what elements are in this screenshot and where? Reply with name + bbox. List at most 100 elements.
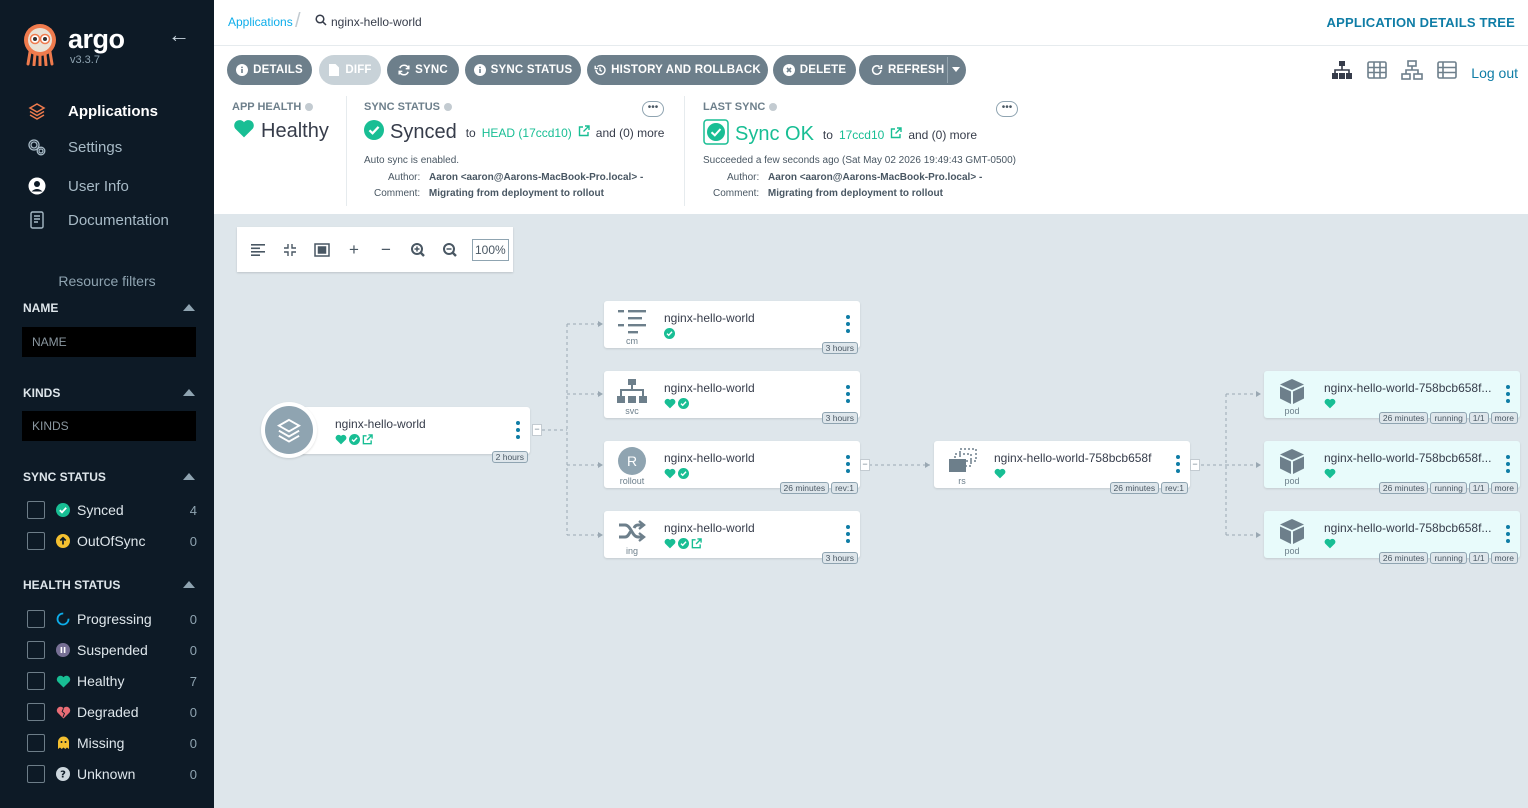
- filter-count: 0: [189, 735, 197, 751]
- button-label: REFRESH: [888, 64, 945, 76]
- name-filter-input[interactable]: [22, 327, 196, 357]
- checkbox[interactable]: [27, 672, 45, 690]
- diff-button[interactable]: DIFF: [319, 55, 381, 85]
- node-menu-icon[interactable]: [846, 455, 850, 473]
- last-sync-more-button[interactable]: •••: [996, 101, 1018, 117]
- more-tag[interactable]: more: [1490, 552, 1518, 564]
- node-menu-icon[interactable]: [1506, 385, 1510, 403]
- kinds-filter-input[interactable]: [22, 411, 196, 441]
- rollout-collapse-toggle[interactable]: −: [860, 459, 870, 471]
- pods-grid-view-icon[interactable]: [1367, 61, 1388, 84]
- check-circle-icon: [349, 432, 360, 450]
- history-rollback-button[interactable]: HISTORY AND ROLLBACK: [587, 55, 768, 85]
- age-tag: 26 minutes: [1378, 552, 1429, 564]
- rollout-icon: R: [614, 447, 650, 475]
- rs-collapse-toggle[interactable]: −: [1190, 459, 1200, 471]
- node-menu-icon[interactable]: [846, 385, 850, 403]
- pod-cube-icon: [1274, 447, 1310, 475]
- help-icon[interactable]: [444, 103, 452, 111]
- nav-applications[interactable]: Applications: [0, 96, 214, 126]
- health-status-filter-header[interactable]: HEALTH STATUS: [23, 578, 195, 592]
- checkbox[interactable]: [27, 703, 45, 721]
- more-tag[interactable]: more: [1490, 482, 1518, 494]
- split-divider: [947, 57, 948, 83]
- pod-node[interactable]: pod nginx-hello-world-758bcb658f... 26 m…: [1264, 511, 1520, 564]
- filter-label: OutOfSync: [77, 533, 146, 549]
- external-link-icon[interactable]: [578, 124, 590, 142]
- breadcrumb-app-search[interactable]: nginx-hello-world: [315, 14, 422, 29]
- ready-tag: 1/1: [1468, 412, 1489, 424]
- app-collapse-toggle[interactable]: −: [532, 424, 542, 436]
- more-tag[interactable]: more: [1490, 412, 1518, 424]
- sync-status-button[interactable]: SYNC STATUS: [465, 55, 581, 85]
- external-link-icon[interactable]: [890, 126, 903, 144]
- nav-user-info[interactable]: User Info: [0, 171, 214, 201]
- checkbox[interactable]: [27, 641, 45, 659]
- checkbox[interactable]: [27, 765, 45, 783]
- pod-node[interactable]: pod nginx-hello-world-758bcb658f... 26 m…: [1264, 371, 1520, 424]
- sync-status-filter-header[interactable]: SYNC STATUS: [23, 470, 195, 484]
- help-icon[interactable]: [769, 103, 778, 111]
- button-label: DETAILS: [253, 64, 303, 76]
- sync-button[interactable]: SYNC: [387, 55, 459, 85]
- last-sync-value[interactable]: Sync OK to 17ccd10 and (0) more: [703, 119, 977, 150]
- service-node[interactable]: svc nginx-hello-world 3 hours: [604, 371, 860, 424]
- node-kind: rs: [958, 476, 966, 486]
- argo-logo-icon[interactable]: [22, 22, 58, 68]
- delete-button[interactable]: DELETE: [773, 55, 856, 85]
- help-icon[interactable]: [305, 103, 314, 111]
- filter-synced[interactable]: Synced 4: [27, 499, 197, 521]
- last-sync-revision-link[interactable]: 17ccd10: [839, 128, 884, 142]
- node-menu-icon[interactable]: [1176, 455, 1180, 473]
- tree-view-icon[interactable]: [1331, 60, 1353, 85]
- application-icon[interactable]: [261, 402, 317, 458]
- filter-suspended[interactable]: Suspended 0: [27, 639, 197, 661]
- node-menu-icon[interactable]: [1506, 455, 1510, 473]
- filter-unknown[interactable]: ? Unknown 0: [27, 763, 197, 785]
- resource-tree-canvas[interactable]: + − 100% nginx-hello-world 2 hours − cm …: [214, 214, 1528, 808]
- checkbox[interactable]: [27, 610, 45, 628]
- replicaset-node[interactable]: rs nginx-hello-world-758bcb658f 26 minut…: [934, 441, 1190, 494]
- collapse-up-icon: [183, 473, 195, 480]
- filter-degraded[interactable]: Degraded 0: [27, 701, 197, 723]
- filter-healthy[interactable]: Healthy 7: [27, 670, 197, 692]
- network-view-icon[interactable]: [1401, 60, 1424, 85]
- filter-progressing[interactable]: Progressing 0: [27, 608, 197, 630]
- kinds-filter-header[interactable]: KINDS: [23, 386, 195, 400]
- checkbox[interactable]: [27, 501, 45, 519]
- nav-documentation[interactable]: Documentation: [0, 205, 214, 235]
- rollout-node[interactable]: R rollout nginx-hello-world 26 minutes re…: [604, 441, 860, 494]
- configmap-node[interactable]: cm nginx-hello-world 3 hours: [604, 301, 860, 354]
- list-view-icon[interactable]: [1437, 61, 1458, 84]
- node-menu-icon[interactable]: [516, 421, 520, 439]
- logout-link[interactable]: Log out: [1471, 65, 1518, 81]
- brand-name: argo: [68, 24, 125, 54]
- checkbox[interactable]: [27, 734, 45, 752]
- node-tags: 26 minutes running 1/1 more: [1378, 412, 1518, 424]
- collapse-sidebar-icon[interactable]: ←: [168, 22, 190, 48]
- pod-node[interactable]: pod nginx-hello-world-758bcb658f... 26 m…: [1264, 441, 1520, 494]
- breadcrumb-applications-link[interactable]: Applications: [228, 15, 293, 29]
- sync-status-more-button[interactable]: •••: [642, 101, 664, 117]
- brand-version: v3.3.7: [70, 54, 100, 66]
- filter-out-of-sync[interactable]: OutOfSync 0: [27, 530, 197, 552]
- app-node[interactable]: nginx-hello-world 2 hours: [290, 407, 530, 463]
- filter-missing[interactable]: Missing 0: [27, 732, 197, 754]
- sync-comment: Comment: Migrating from deployment to ro…: [374, 188, 604, 199]
- refresh-button[interactable]: REFRESH: [859, 55, 966, 85]
- name-filter-header[interactable]: NAME: [23, 301, 195, 315]
- nav-settings[interactable]: Settings: [0, 132, 214, 162]
- refresh-dropdown-caret-icon[interactable]: [952, 67, 960, 72]
- external-link-icon[interactable]: [362, 432, 373, 450]
- node-menu-icon[interactable]: [1506, 525, 1510, 543]
- details-button[interactable]: DETAILS: [227, 55, 312, 85]
- user-icon: [27, 176, 47, 196]
- sync-revision-link[interactable]: HEAD (17ccd10): [482, 126, 572, 140]
- ingress-node[interactable]: ing nginx-hello-world 3 hours: [604, 511, 860, 564]
- external-link-icon[interactable]: [691, 536, 702, 554]
- node-menu-icon[interactable]: [846, 525, 850, 543]
- app-health-value[interactable]: Healthy: [233, 119, 329, 143]
- checkbox[interactable]: [27, 532, 45, 550]
- node-menu-icon[interactable]: [846, 315, 850, 333]
- sync-status-value[interactable]: Synced to HEAD (17ccd10) and (0) more: [364, 120, 664, 145]
